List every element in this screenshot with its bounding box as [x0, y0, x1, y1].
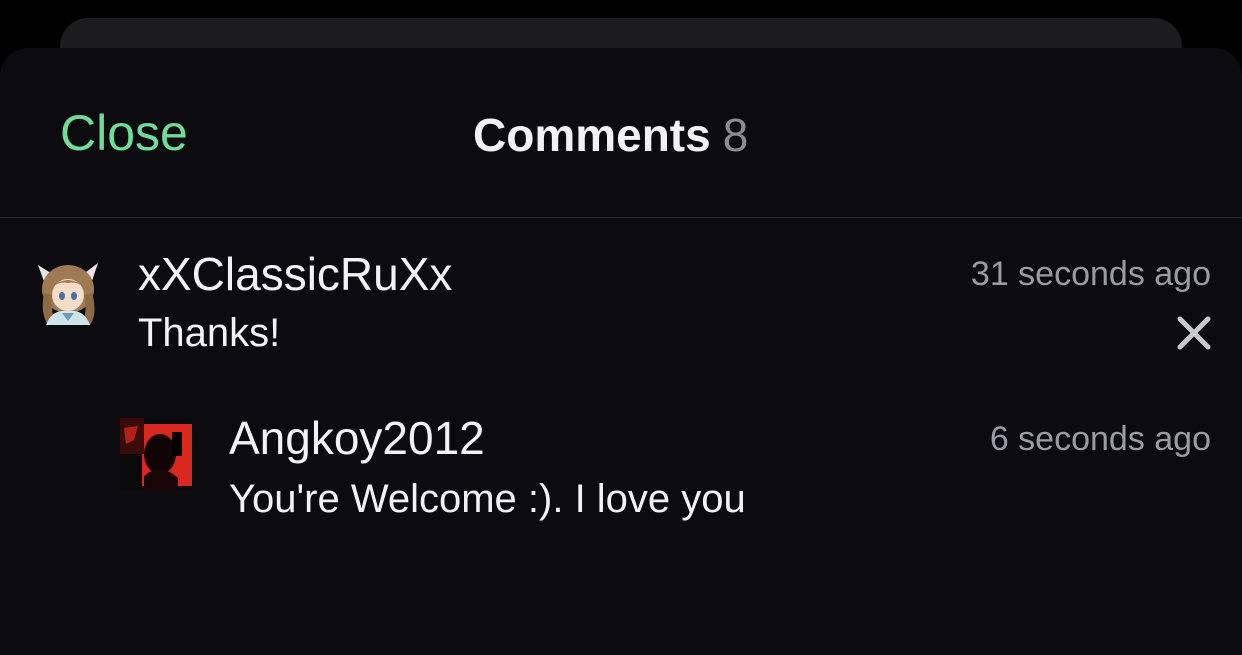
delete-comment-button[interactable] — [1176, 315, 1212, 351]
comment-timestamp: 31 seconds ago — [970, 255, 1211, 293]
anime-girl-avatar-icon — [32, 253, 104, 325]
comment-text: You're Welcome :). I love you — [229, 477, 746, 521]
avatar[interactable] — [32, 253, 104, 325]
comment-username[interactable]: xXClassicRuXx — [138, 246, 452, 302]
comment-timestamp: 6 seconds ago — [989, 420, 1211, 458]
comment-text: Thanks! — [138, 311, 281, 355]
comments-sheet: Close Comments 8 xXClassicRuXx Thanks! 3… — [0, 48, 1242, 655]
title-label: Comments — [473, 109, 711, 161]
close-icon — [1177, 316, 1211, 350]
close-button[interactable]: Close — [60, 103, 188, 163]
red-dark-avatar-icon — [120, 418, 192, 490]
sheet-header: Close Comments 8 — [0, 48, 1242, 218]
comment-count: 8 — [722, 109, 749, 161]
comment-username[interactable]: Angkoy2012 — [229, 410, 485, 466]
page-title: Comments 8 — [473, 106, 748, 164]
avatar[interactable] — [120, 418, 192, 490]
